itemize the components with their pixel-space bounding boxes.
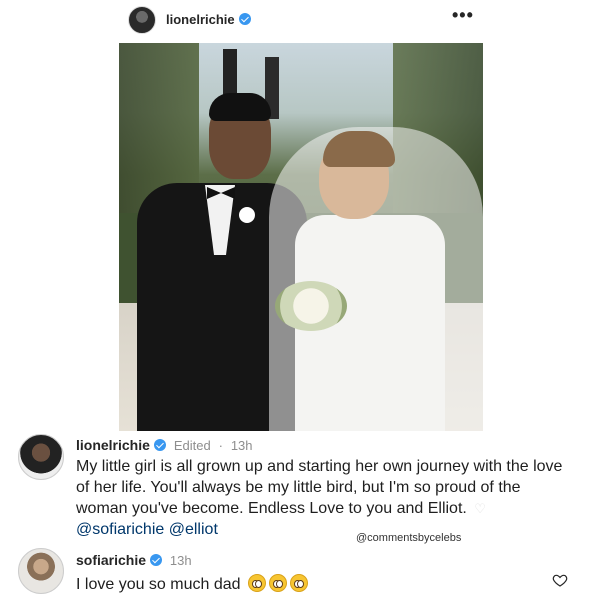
photo-bride-hair <box>323 131 395 167</box>
verified-badge-icon <box>150 554 163 566</box>
avatar[interactable] <box>18 548 64 594</box>
photo-bouquet <box>275 281 347 331</box>
reply-header: sofiarichie 13h <box>76 552 192 568</box>
avatar[interactable] <box>128 6 156 34</box>
caption-username[interactable]: lionelrichie <box>76 437 150 453</box>
verified-badge-icon <box>238 13 251 25</box>
separator: · <box>218 438 223 453</box>
more-options-icon[interactable]: ••• <box>452 6 474 24</box>
caption-header: lionelrichie Edited · 13h <box>76 436 253 455</box>
avatar[interactable] <box>18 434 64 480</box>
pleading-face-emoji-icon <box>248 574 266 592</box>
mention-elliot[interactable]: @elliot <box>169 521 218 538</box>
reply-username[interactable]: sofiarichie <box>76 552 146 568</box>
white-heart-emoji-icon: ♡ <box>474 501 486 516</box>
heart-outline-icon[interactable] <box>552 572 568 588</box>
watermark: @commentsbycelebs <box>356 532 462 544</box>
caption-text: My little girl is all grown up and start… <box>76 458 563 538</box>
edited-label: Edited <box>173 438 211 453</box>
reply-text: I love you so much dad <box>76 574 308 594</box>
post-photo[interactable] <box>119 43 483 431</box>
verified-badge-icon <box>153 439 166 451</box>
post-header: lionelrichie ••• <box>0 0 600 40</box>
photo-boutonniere <box>239 207 255 223</box>
reply-time: 13h <box>169 553 192 568</box>
photo-father-hair <box>209 93 271 121</box>
pleading-face-emoji-icon <box>269 574 287 592</box>
reply-comment: sofiarichie 13h I love you so much dad <box>18 548 588 600</box>
mention-sofiarichie[interactable]: @sofiarichie <box>76 521 164 538</box>
post-username[interactable]: lionelrichie <box>166 12 251 27</box>
caption-time: 13h <box>230 438 253 453</box>
pleading-face-emoji-icon <box>290 574 308 592</box>
